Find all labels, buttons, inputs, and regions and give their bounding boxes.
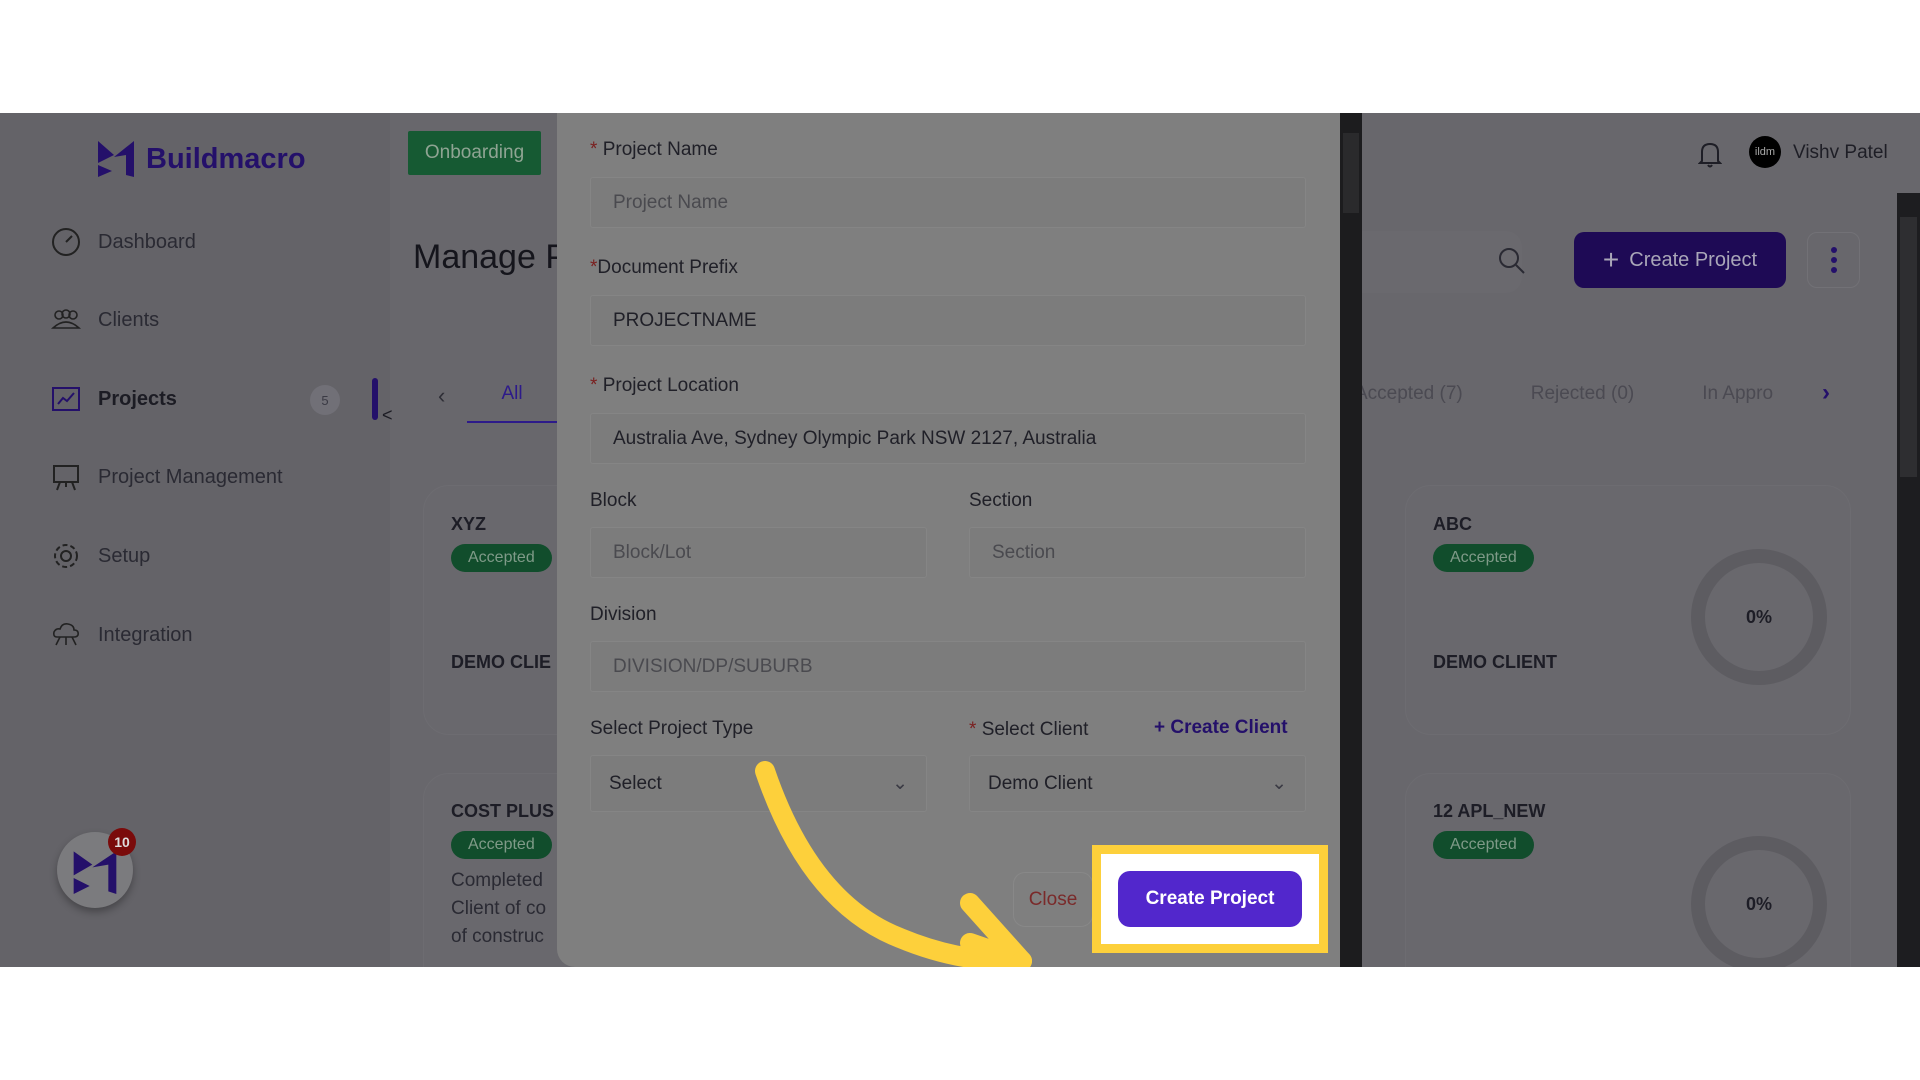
onboarding-button[interactable]: Onboarding	[408, 131, 541, 175]
tab-rejected[interactable]: Rejected (0)	[1531, 383, 1635, 405]
project-name: ABC	[1433, 514, 1472, 534]
project-location-label: * Project Location	[590, 375, 739, 396]
sidebar: Buildmacro Dashboard Clients Projects 5 …	[0, 113, 393, 967]
kebab-dot	[1830, 267, 1837, 273]
create-project-modal: * Project Name Project Name *Document Pr…	[557, 113, 1340, 967]
project-name-input[interactable]: Project Name	[590, 177, 1306, 228]
select-value: Select	[609, 772, 662, 794]
kebab-dot	[1830, 247, 1837, 253]
page-title: Manage P	[413, 238, 568, 276]
project-name: COST PLUS	[451, 801, 555, 821]
block-input[interactable]: Block/Lot	[590, 527, 927, 578]
logo[interactable]: Buildmacro	[98, 141, 306, 177]
notification-count-badge: 10	[108, 828, 136, 856]
progress-ring: 0%	[1691, 836, 1827, 967]
plus-icon: +	[1154, 717, 1171, 738]
document-prefix-input[interactable]: PROJECTNAME	[590, 295, 1306, 346]
document-prefix-label: *Document Prefix	[590, 257, 738, 278]
sidebar-item-integration[interactable]: Integration	[50, 619, 193, 651]
plus-icon: +	[1602, 244, 1620, 275]
division-label: Division	[590, 604, 657, 625]
sidebar-item-clients[interactable]: Clients	[50, 304, 159, 336]
create-project-header-button[interactable]: + Create Project	[1574, 232, 1786, 288]
block-label: Block	[590, 490, 637, 511]
modal-scrollbar[interactable]	[1340, 113, 1362, 967]
status-badge: Accepted	[1433, 544, 1534, 572]
search-icon[interactable]	[1497, 246, 1527, 276]
create-project-label: Create Project	[1629, 248, 1758, 271]
client-select[interactable]: Demo Client ⌄	[969, 755, 1306, 812]
scrollbar-thumb[interactable]	[1900, 217, 1917, 477]
tabs-prev-chevron-icon[interactable]: ‹	[438, 383, 445, 409]
buildmacro-logo-icon	[73, 851, 117, 894]
presentation-icon	[53, 465, 79, 491]
sidebar-item-label: Clients	[98, 308, 160, 331]
collapse-chevron-icon[interactable]: <	[382, 405, 393, 426]
buildmacro-logo-icon	[98, 141, 134, 177]
speedometer-icon	[52, 228, 80, 256]
sidebar-item-label: Projects	[98, 387, 177, 410]
client-name: DEMO CLIE	[451, 652, 552, 672]
sidebar-item-projects[interactable]: Projects	[50, 383, 177, 415]
sidebar-item-label: Setup	[98, 544, 151, 567]
sidebar-item-label: Project Management	[98, 465, 283, 488]
sidebar-item-dashboard[interactable]: Dashboard	[50, 226, 196, 258]
project-name: XYZ	[451, 514, 487, 534]
kebab-dot	[1830, 257, 1837, 263]
section-input[interactable]: Section	[969, 527, 1306, 578]
create-client-link[interactable]: + Create Client	[1154, 717, 1288, 739]
project-location-input[interactable]: Australia Ave, Sydney Olympic Park NSW 2…	[590, 413, 1306, 464]
status-badge: Accepted	[451, 544, 552, 572]
status-badge: Accepted	[451, 831, 552, 859]
label-text: Project Location	[602, 375, 739, 396]
tab-all[interactable]: All	[467, 383, 557, 423]
project-card[interactable]: ABC Accepted DEMO CLIENT 0%	[1405, 485, 1851, 735]
project-type-select[interactable]: Select ⌄	[590, 755, 927, 812]
sidebar-item-label: Integration	[98, 623, 193, 646]
project-type-label: Select Project Type	[590, 718, 754, 739]
sidebar-item-label: Dashboard	[98, 230, 196, 253]
tab-accepted[interactable]: Accepted (7)	[1355, 383, 1463, 405]
chevron-down-icon: ⌄	[892, 773, 908, 794]
gear-icon	[54, 544, 78, 568]
project-description: of construc	[451, 926, 544, 947]
page-scrollbar[interactable]	[1897, 193, 1920, 967]
brand-name: Buildmacro	[146, 142, 306, 175]
project-description: Completed	[451, 870, 543, 891]
create-client-label: Create Client	[1170, 717, 1288, 738]
close-button[interactable]: Close	[1013, 872, 1093, 927]
section-label: Section	[969, 490, 1033, 511]
label-text: Document Prefix	[597, 257, 738, 278]
project-card[interactable]: 12 APL_NEW Accepted 0%	[1405, 773, 1851, 967]
select-value: Demo Client	[988, 772, 1093, 794]
tabs-next-chevron-icon[interactable]: ›	[1822, 379, 1830, 407]
project-description: Client of co	[451, 898, 547, 919]
chart-icon	[52, 387, 80, 411]
project-name-label: * Project Name	[590, 139, 718, 160]
project-name: 12 APL_NEW	[1433, 801, 1546, 821]
division-input[interactable]: DIVISION/DP/SUBURB	[590, 641, 1306, 692]
user-name[interactable]: Vishv Patel	[1793, 142, 1888, 164]
create-project-button[interactable]: Create Project	[1118, 871, 1302, 927]
client-label: * Select Client	[969, 719, 1089, 740]
progress-ring: 0%	[1691, 549, 1827, 685]
avatar[interactable]: ildm	[1749, 136, 1781, 168]
app-window: Buildmacro Dashboard Clients Projects 5 …	[0, 113, 1920, 967]
scrollbar-thumb[interactable]	[1343, 133, 1359, 213]
users-icon	[50, 309, 82, 329]
client-name: DEMO CLIENT	[1433, 652, 1557, 672]
projects-count-badge: 5	[310, 385, 340, 415]
more-options-button[interactable]	[1807, 232, 1860, 288]
cloud-network-icon	[53, 623, 79, 646]
chevron-down-icon: ⌄	[1271, 773, 1287, 794]
status-badge: Accepted	[1433, 831, 1534, 859]
tab-in-approval[interactable]: In Appro	[1702, 383, 1773, 405]
label-text: Select Client	[981, 719, 1089, 740]
label-text: Project Name	[602, 139, 718, 160]
sidebar-collapse-handle[interactable]	[372, 378, 378, 420]
sidebar-item-project-management[interactable]: Project Management	[50, 461, 283, 493]
sidebar-item-setup[interactable]: Setup	[50, 540, 150, 572]
bell-icon[interactable]	[1698, 139, 1722, 169]
